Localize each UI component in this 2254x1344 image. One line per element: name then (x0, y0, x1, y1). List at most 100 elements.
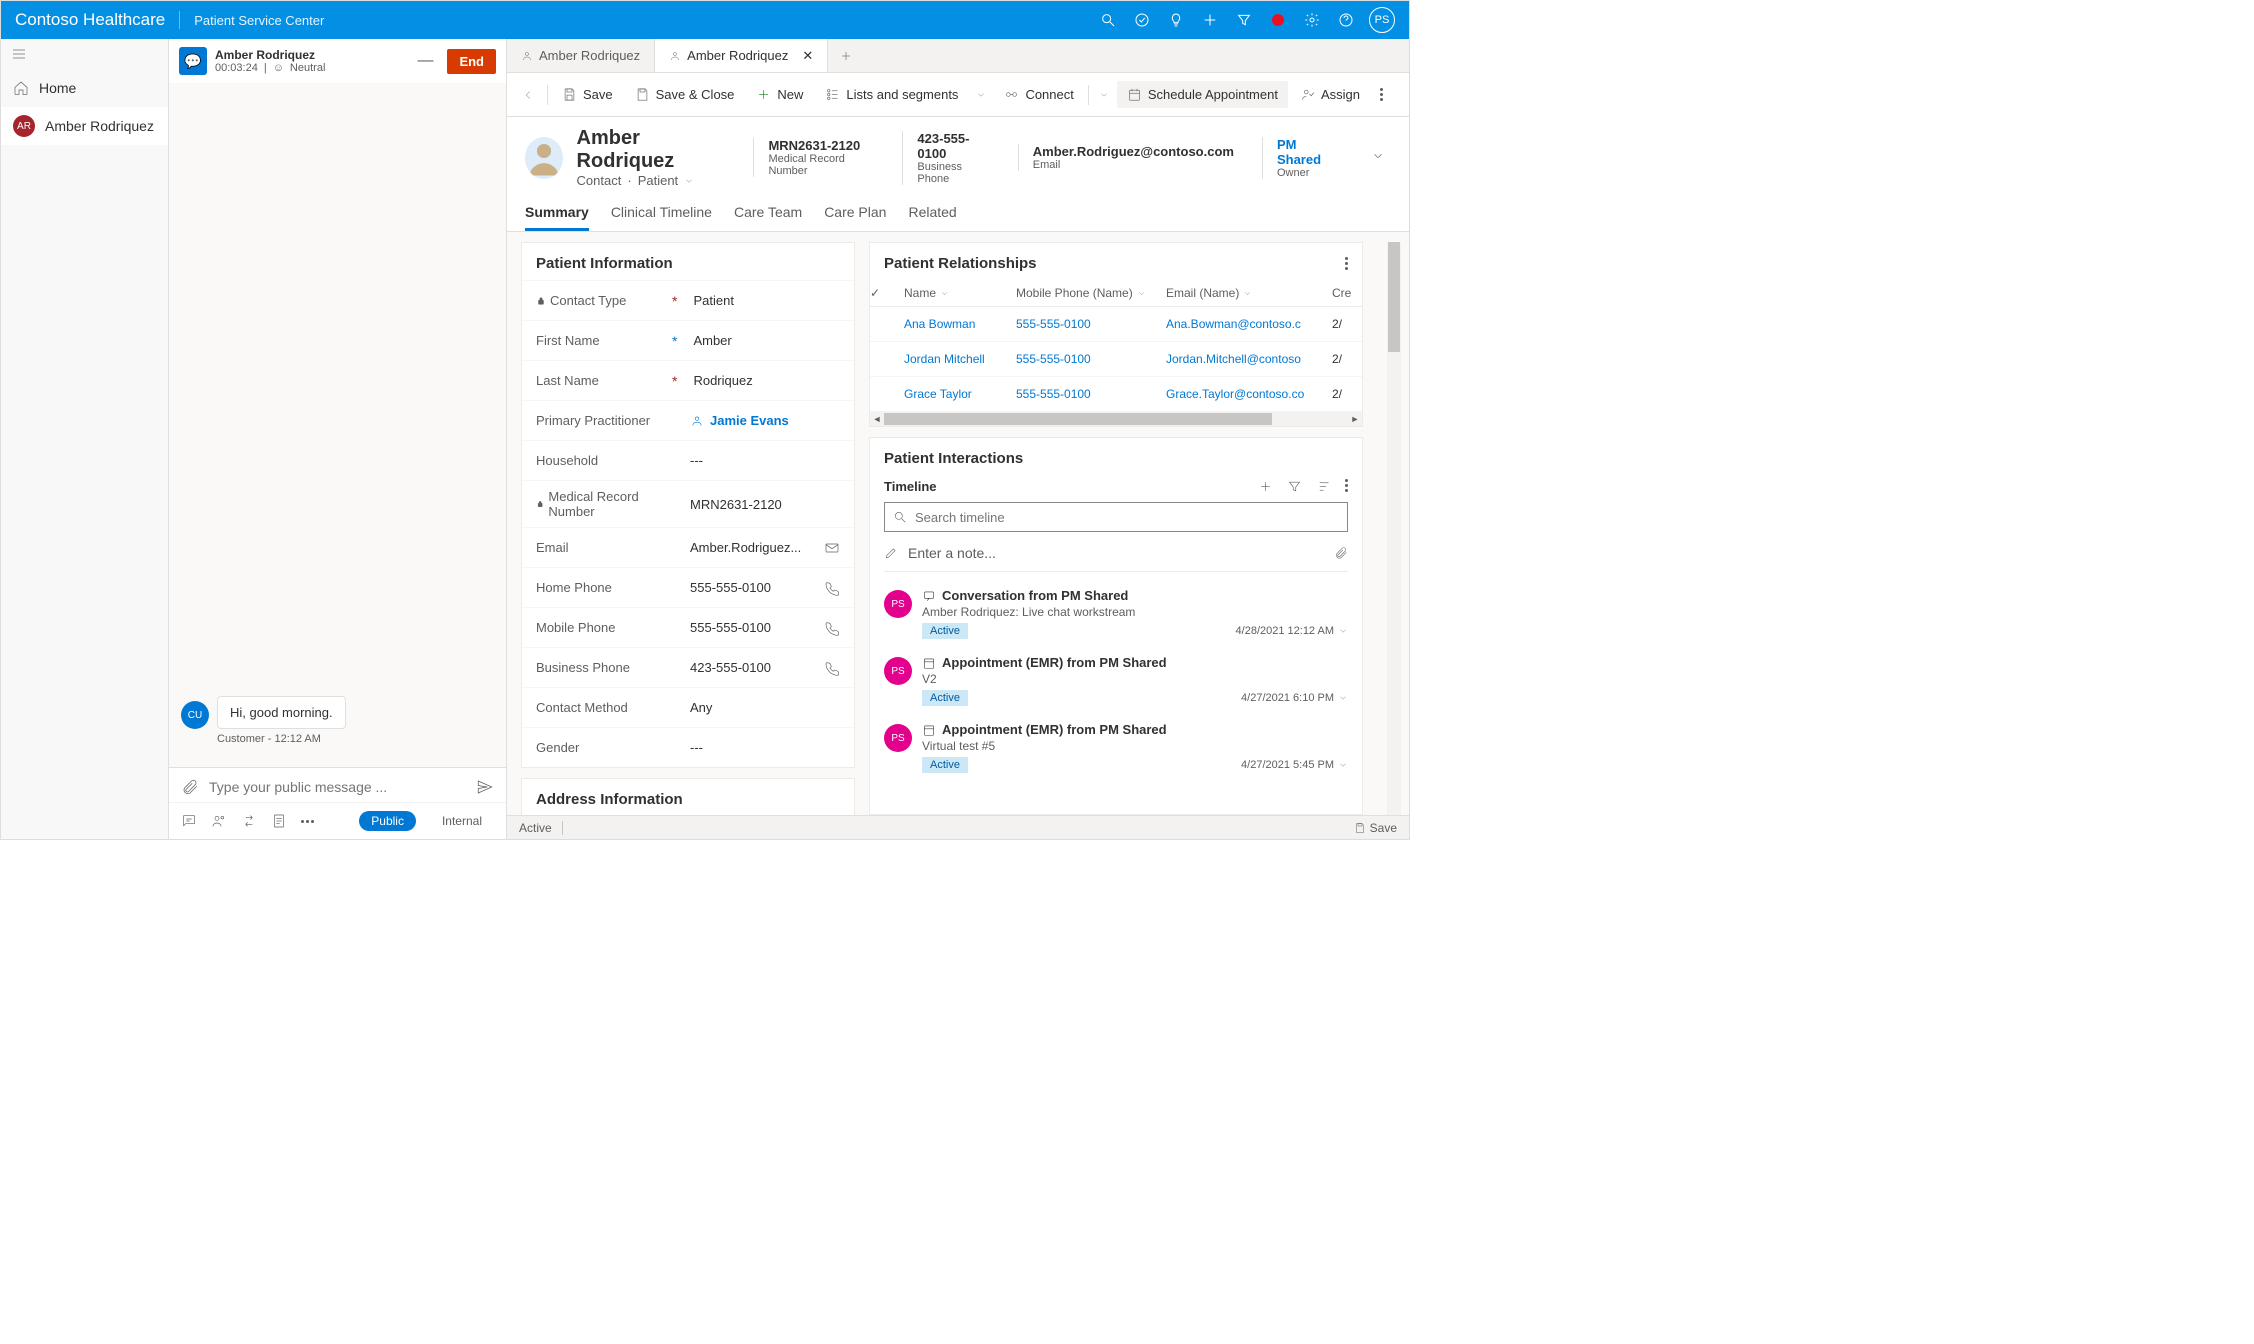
settings-icon[interactable] (1295, 1, 1329, 39)
notes-icon[interactable] (271, 813, 287, 829)
timeline-item[interactable]: PS Conversation from PM Shared Amber Rod… (870, 580, 1362, 647)
field-primary-practitioner[interactable]: Primary Practitioner Jamie Evans (522, 400, 854, 440)
assign-button[interactable]: Assign (1290, 81, 1370, 108)
timeline-item[interactable]: PS Appointment (EMR) from PM Shared Virt… (870, 714, 1362, 781)
search-icon[interactable] (1091, 1, 1125, 39)
status-badge: Active (922, 623, 968, 639)
hamburger-button[interactable] (1, 39, 168, 69)
send-icon[interactable] (476, 778, 494, 796)
field-contact-type[interactable]: Contact Type * Patient (522, 280, 854, 320)
timeline-more-icon[interactable] (1345, 479, 1348, 494)
save-close-button[interactable]: Save & Close (625, 81, 745, 108)
schedule-appointment-button[interactable]: Schedule Appointment (1117, 81, 1288, 108)
nav-home[interactable]: Home (1, 69, 168, 107)
task-icon[interactable] (1125, 1, 1159, 39)
add-tab-button[interactable] (828, 39, 864, 72)
mail-icon[interactable] (824, 540, 840, 556)
footer-save-button[interactable]: Save (1354, 821, 1397, 835)
transfer-icon[interactable] (241, 813, 257, 829)
field-mobile-phone[interactable]: Mobile Phone 555-555-0100 (522, 607, 854, 647)
address-information-section: Address Information (521, 778, 855, 815)
timeline-item[interactable]: PS Appointment (EMR) from PM Shared V2 A… (870, 647, 1362, 714)
horizontal-scrollbar[interactable]: ◄► (870, 412, 1362, 426)
field-last-name[interactable]: Last Name * Rodriquez (522, 360, 854, 400)
table-row[interactable]: Jordan Mitchell 555-555-0100 Jordan.Mitc… (870, 342, 1362, 377)
end-chat-button[interactable]: End (447, 49, 496, 74)
quick-reply-icon[interactable] (181, 813, 197, 829)
tab-care-plan[interactable]: Care Plan (824, 194, 886, 231)
column-name[interactable]: Name (904, 286, 1012, 300)
phone-icon[interactable] (824, 660, 840, 676)
user-avatar[interactable]: PS (1369, 7, 1395, 33)
attach-icon[interactable] (1334, 546, 1348, 560)
field-business-phone[interactable]: Business Phone 423-555-0100 (522, 647, 854, 687)
minimize-button[interactable]: — (411, 52, 439, 70)
tab-related[interactable]: Related (908, 194, 956, 231)
lists-button[interactable]: Lists and segments (815, 81, 968, 108)
new-button[interactable]: New (746, 81, 813, 108)
field-home-phone[interactable]: Home Phone 555-555-0100 (522, 567, 854, 607)
timeline-note[interactable]: Enter a note... (884, 540, 1348, 572)
field-mrn[interactable]: Medical Record Number MRN2631-2120 (522, 480, 854, 527)
attach-icon[interactable] (181, 778, 199, 796)
lightbulb-icon[interactable] (1159, 1, 1193, 39)
column-email[interactable]: Email (Name) (1162, 286, 1332, 300)
timeline-add-icon[interactable] (1258, 479, 1273, 494)
close-tab-icon[interactable]: ✕ (802, 48, 813, 64)
timeline-search-input[interactable] (915, 510, 1339, 525)
patient-photo[interactable] (525, 137, 563, 179)
timeline-search[interactable] (884, 502, 1348, 532)
column-select[interactable]: ✓ (870, 286, 904, 300)
save-button[interactable]: Save (552, 81, 623, 108)
back-button[interactable] (513, 88, 543, 102)
column-mobile[interactable]: Mobile Phone (Name) (1012, 286, 1162, 300)
nav-patient[interactable]: AR Amber Rodriquez (1, 107, 168, 145)
phone-icon[interactable] (824, 620, 840, 636)
connect-button[interactable]: Connect (994, 81, 1083, 108)
tab-clinical-timeline[interactable]: Clinical Timeline (611, 194, 712, 231)
consult-icon[interactable] (211, 813, 227, 829)
timeline-filter-icon[interactable] (1287, 479, 1302, 494)
filter-icon[interactable] (1227, 1, 1261, 39)
timeline-sort-icon[interactable] (1316, 479, 1331, 494)
chat-header: 💬 Amber Rodriquez 00:03:24 | ☺ Neutral —… (169, 39, 506, 83)
status-badge: Active (922, 757, 968, 773)
table-row[interactable]: Ana Bowman 555-555-0100 Ana.Bowman@conto… (870, 307, 1362, 342)
chat-input[interactable] (209, 779, 466, 795)
session-tab-1-label: Amber Rodriquez (539, 48, 640, 63)
form-label[interactable]: Patient (638, 173, 678, 188)
field-email[interactable]: Email Amber.Rodriguez... (522, 527, 854, 567)
tab-care-team[interactable]: Care Team (734, 194, 802, 231)
session-tab-2[interactable]: Amber Rodriquez ✕ (655, 39, 828, 72)
field-household[interactable]: Household --- (522, 440, 854, 480)
tab-summary[interactable]: Summary (525, 194, 589, 231)
public-toggle[interactable]: Public (359, 811, 416, 831)
field-first-name[interactable]: First Name * Amber (522, 320, 854, 360)
chat-more-icon[interactable] (301, 820, 314, 823)
patient-interactions-section: Patient Interactions Timeline (869, 437, 1363, 815)
chevron-down-icon[interactable] (1338, 693, 1348, 703)
vertical-scrollbar[interactable] (1387, 242, 1401, 815)
lists-dropdown[interactable] (970, 90, 992, 100)
command-overflow-icon[interactable] (1380, 88, 1383, 101)
phone-icon[interactable] (824, 580, 840, 596)
table-row[interactable]: Grace Taylor 555-555-0100 Grace.Taylor@c… (870, 377, 1362, 412)
chat-customer-name: Amber Rodriquez (215, 48, 403, 62)
header-expand[interactable] (1365, 149, 1391, 166)
internal-toggle[interactable]: Internal (430, 811, 494, 831)
field-contact-method[interactable]: Contact Method Any (522, 687, 854, 727)
column-created[interactable]: Cre (1332, 286, 1362, 300)
timeline-avatar: PS (884, 590, 912, 618)
chevron-down-icon[interactable] (1338, 760, 1348, 770)
connect-dropdown[interactable] (1093, 90, 1115, 100)
help-icon[interactable] (1329, 1, 1363, 39)
relationships-more-icon[interactable] (1345, 257, 1348, 270)
chevron-down-icon[interactable] (1338, 626, 1348, 636)
record-indicator-icon[interactable] (1261, 1, 1295, 39)
add-icon[interactable] (1193, 1, 1227, 39)
practitioner-icon (690, 414, 704, 428)
field-gender[interactable]: Gender --- (522, 727, 854, 767)
chevron-down-icon[interactable] (684, 176, 694, 186)
lock-icon (536, 296, 546, 306)
session-tab-1[interactable]: Amber Rodriquez (507, 39, 655, 72)
